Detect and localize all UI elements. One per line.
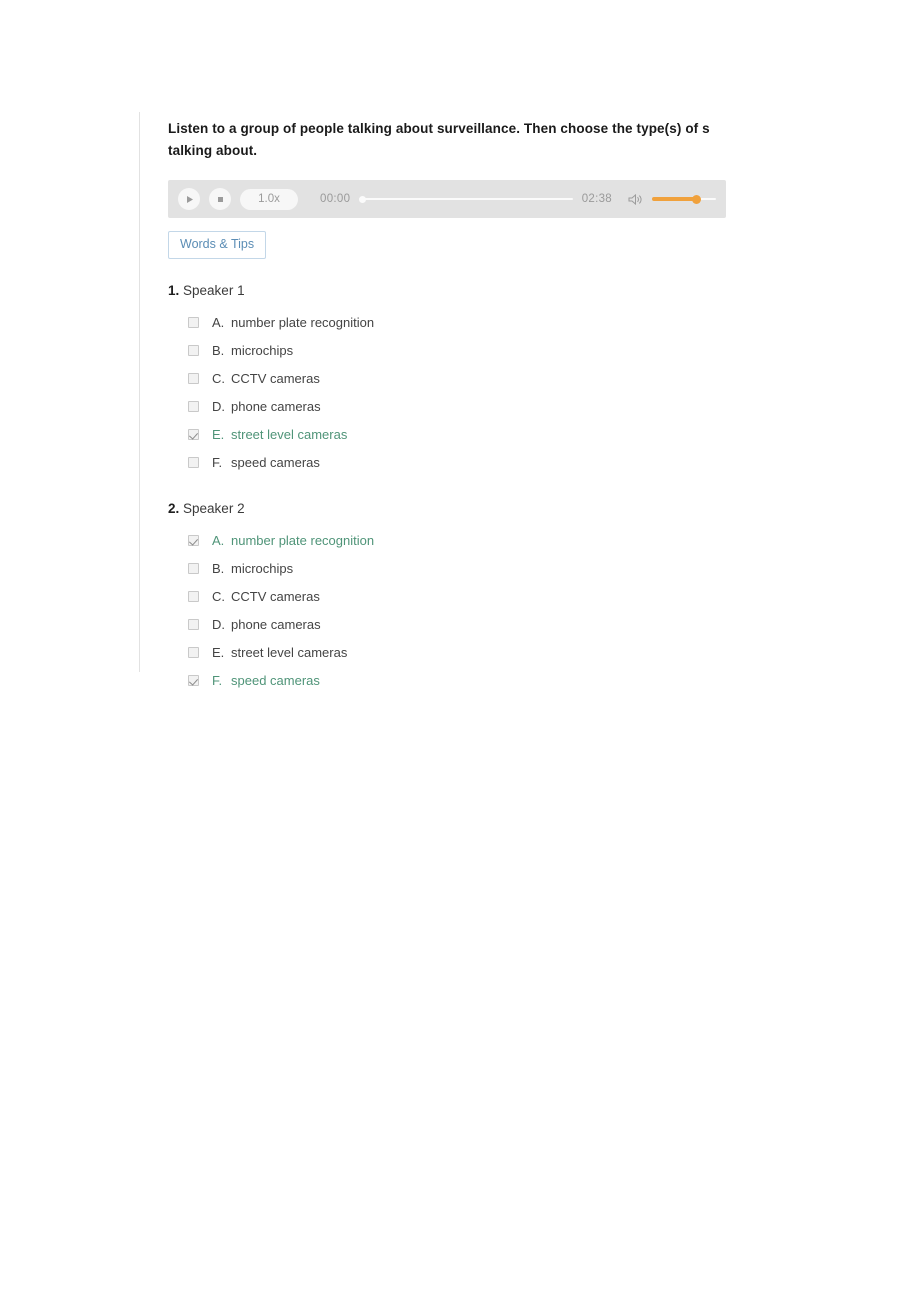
checkbox-icon[interactable] — [188, 535, 199, 546]
checkbox-icon[interactable] — [188, 563, 199, 574]
option-label: street level cameras — [231, 427, 348, 442]
option-1a[interactable]: A. number plate recognition — [168, 309, 920, 337]
option-label: phone cameras — [231, 617, 321, 632]
option-label: speed cameras — [231, 455, 320, 470]
checkbox-icon[interactable] — [188, 647, 199, 658]
question-2-heading: 2. Speaker 2 — [168, 500, 920, 518]
option-2d[interactable]: D. phone cameras — [168, 611, 920, 639]
audio-player[interactable]: 1.0x 00:00 02:38 — [168, 180, 726, 218]
playback-speed-button[interactable]: 1.0x — [240, 188, 298, 210]
option-label: microchips — [231, 561, 294, 576]
option-2f[interactable]: F. speed cameras — [168, 667, 920, 695]
option-1d[interactable]: D. phone cameras — [168, 393, 920, 421]
option-letter: F. — [212, 455, 223, 470]
question-2-number: 2. — [168, 500, 180, 516]
question-2-options: A. number plate recognition B. microchip… — [168, 527, 920, 695]
question-1-heading: 1. Speaker 1 — [168, 282, 920, 300]
option-1c[interactable]: C. CCTV cameras — [168, 365, 920, 393]
checkbox-icon[interactable] — [188, 457, 199, 468]
option-label: street level cameras — [231, 645, 348, 660]
play-icon — [185, 195, 194, 204]
option-letter: A. — [212, 315, 225, 330]
option-label: number plate recognition — [231, 315, 375, 330]
checkbox-icon[interactable] — [188, 373, 199, 384]
questions-list: 1. Speaker 1 A. number plate recognition… — [168, 282, 920, 695]
question-1-number: 1. — [168, 282, 180, 298]
option-label: number plate recognition — [231, 533, 375, 548]
option-letter: C. — [212, 589, 225, 604]
checkbox-icon[interactable] — [188, 591, 199, 602]
question-1-title: Speaker 1 — [183, 282, 245, 298]
option-2b[interactable]: B. microchips — [168, 555, 920, 583]
option-label: phone cameras — [231, 399, 321, 414]
option-letter: F. — [212, 673, 223, 688]
option-letter: D. — [212, 399, 225, 414]
option-label: CCTV cameras — [231, 589, 320, 604]
play-button[interactable] — [178, 188, 200, 210]
progress-track — [359, 197, 573, 201]
option-2e[interactable]: E. street level cameras — [168, 639, 920, 667]
volume-slider[interactable] — [652, 193, 716, 205]
page-root: Listen to a group of people talking abou… — [0, 0, 920, 1302]
option-letter: A. — [212, 533, 225, 548]
option-letter: D. — [212, 617, 225, 632]
prompt-line-2: talking about. — [168, 143, 258, 158]
option-1b[interactable]: B. microchips — [168, 337, 920, 365]
option-letter: E. — [212, 427, 225, 442]
option-label: microchips — [231, 343, 294, 358]
words-and-tips-button[interactable]: Words & Tips — [168, 231, 267, 259]
progress-thumb[interactable] — [359, 195, 367, 203]
checkbox-icon[interactable] — [188, 401, 199, 412]
volume-icon[interactable] — [628, 193, 643, 206]
option-1e[interactable]: E. street level cameras — [168, 421, 920, 449]
question-1: 1. Speaker 1 A. number plate recognition… — [168, 282, 920, 477]
current-time-label: 00:00 — [320, 193, 351, 205]
question-2: 2. Speaker 2 A. number plate recognition… — [168, 500, 920, 695]
option-letter: C. — [212, 371, 225, 386]
content-left-rail — [139, 112, 140, 672]
checkbox-icon[interactable] — [188, 619, 199, 630]
stop-icon — [216, 195, 225, 204]
checkbox-icon[interactable] — [188, 345, 199, 356]
option-1f[interactable]: F. speed cameras — [168, 449, 920, 477]
option-letter: E. — [212, 645, 225, 660]
question-1-options: A. number plate recognition B. microchip… — [168, 309, 920, 477]
exercise-content: Listen to a group of people talking abou… — [168, 118, 920, 695]
exercise-prompt: Listen to a group of people talking abou… — [168, 118, 784, 162]
progress-slider[interactable] — [359, 193, 573, 205]
checkbox-icon[interactable] — [188, 675, 199, 686]
option-label: speed cameras — [231, 673, 320, 688]
option-label: CCTV cameras — [231, 371, 320, 386]
option-letter: B. — [212, 343, 225, 358]
prompt-line-1: Listen to a group of people talking abou… — [168, 121, 710, 136]
option-2a[interactable]: A. number plate recognition — [168, 527, 920, 555]
question-2-title: Speaker 2 — [183, 500, 245, 516]
option-letter: B. — [212, 561, 225, 576]
volume-fill — [652, 197, 697, 201]
checkbox-icon[interactable] — [188, 429, 199, 440]
checkbox-icon[interactable] — [188, 317, 199, 328]
duration-label: 02:38 — [581, 193, 612, 205]
volume-thumb[interactable] — [692, 194, 702, 204]
option-2c[interactable]: C. CCTV cameras — [168, 583, 920, 611]
stop-button[interactable] — [209, 188, 231, 210]
